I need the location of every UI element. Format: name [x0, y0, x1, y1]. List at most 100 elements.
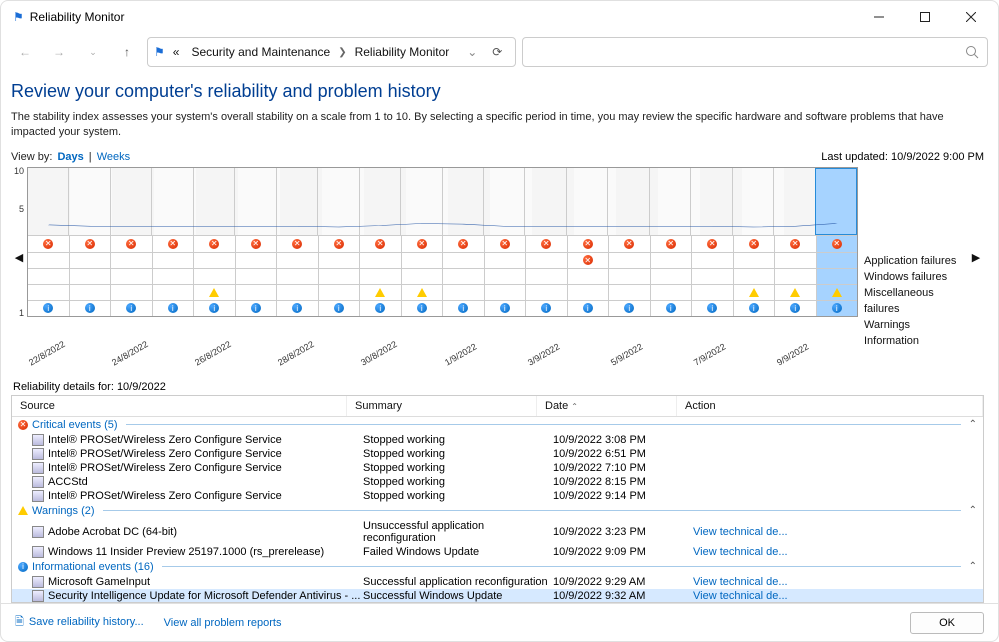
chart-column[interactable] [442, 168, 483, 235]
chart-cell[interactable]: i [235, 301, 277, 316]
chart-cell[interactable]: i [442, 301, 484, 316]
view-details-link[interactable]: View technical de... [693, 576, 788, 588]
chart-cell[interactable] [567, 269, 609, 284]
chart-column[interactable] [193, 168, 234, 235]
chart-column[interactable] [151, 168, 192, 235]
chart-cell[interactable] [276, 285, 318, 300]
address-bar[interactable]: ⚑ « Security and Maintenance ❯ Reliabili… [147, 37, 516, 67]
chart-cell[interactable] [401, 269, 443, 284]
chart-cell[interactable] [442, 285, 484, 300]
chart-cell[interactable]: ✕ [442, 236, 484, 252]
chart-column[interactable] [28, 168, 68, 235]
chart-cell[interactable] [359, 285, 401, 300]
chart-column[interactable] [276, 168, 317, 235]
chart-cell[interactable]: ✕ [359, 236, 401, 252]
chart-cell[interactable] [28, 285, 69, 300]
view-details-link[interactable]: View technical de... [693, 526, 788, 538]
col-source[interactable]: Source [12, 396, 347, 416]
chart-column[interactable] [690, 168, 731, 235]
chart-column[interactable] [566, 168, 607, 235]
chart-cell[interactable] [110, 285, 152, 300]
chart-cell[interactable]: i [774, 301, 816, 316]
chart-cell[interactable]: i [152, 301, 194, 316]
refresh-button[interactable]: ⟳ [485, 45, 509, 59]
chart-cell[interactable]: ✕ [401, 236, 443, 252]
chart-cell[interactable]: i [816, 301, 858, 316]
chart-cell[interactable] [733, 269, 775, 284]
chart-cell[interactable] [28, 269, 69, 284]
chart-column[interactable] [483, 168, 524, 235]
chart-cell[interactable] [110, 253, 152, 268]
ok-button[interactable]: OK [910, 612, 984, 634]
chart-cell[interactable] [318, 253, 360, 268]
chart-cell[interactable]: ✕ [567, 236, 609, 252]
view-weeks-link[interactable]: Weeks [97, 151, 130, 163]
chart-cell[interactable]: i [525, 301, 567, 316]
chart-cell[interactable]: i [733, 301, 775, 316]
chart-cell[interactable] [152, 253, 194, 268]
chart-column[interactable] [234, 168, 275, 235]
table-row[interactable]: Windows 11 Insider Preview 25197.1000 (r… [12, 545, 983, 559]
view-details-link[interactable]: View technical de... [693, 546, 788, 558]
table-row[interactable]: Adobe Acrobat DC (64-bit)Unsuccessful ap… [12, 519, 983, 545]
chart-cell[interactable] [650, 269, 692, 284]
chart-cell[interactable]: i [608, 301, 650, 316]
col-date[interactable]: Date⌃ [537, 396, 677, 416]
chart-cell[interactable] [276, 253, 318, 268]
chart-cell[interactable]: ✕ [691, 236, 733, 252]
col-summary[interactable]: Summary [347, 396, 537, 416]
chart-column[interactable] [68, 168, 109, 235]
chart-cell[interactable] [525, 285, 567, 300]
chart-cell[interactable] [525, 269, 567, 284]
details-grid[interactable]: Source Summary Date⌃ Action ✕Critical ev… [11, 395, 984, 603]
chart-cell[interactable]: i [318, 301, 360, 316]
chart-cell[interactable] [567, 285, 609, 300]
chart-cell[interactable]: i [484, 301, 526, 316]
collapse-icon[interactable]: ⌃ [969, 561, 977, 572]
chart-cell[interactable] [774, 285, 816, 300]
address-dropdown[interactable]: ⌄ [463, 45, 481, 59]
group-header[interactable]: Warnings (2)⌃ [12, 503, 983, 519]
chart-cell[interactable]: ✕ [650, 236, 692, 252]
chart-cell[interactable]: ✕ [484, 236, 526, 252]
chart-column[interactable] [649, 168, 690, 235]
chart-cell[interactable] [442, 253, 484, 268]
view-details-link[interactable]: View technical de... [693, 590, 788, 602]
chart-cell[interactable] [235, 253, 277, 268]
chart-cell[interactable] [733, 253, 775, 268]
collapse-icon[interactable]: ⌃ [969, 419, 977, 430]
view-days-link[interactable]: Days [57, 151, 83, 163]
chart-column[interactable] [815, 168, 857, 235]
search-input[interactable] [522, 37, 988, 67]
chart-cell[interactable] [110, 269, 152, 284]
chart-cell[interactable] [608, 253, 650, 268]
reliability-chart[interactable]: 10 5 1 ✕✕✕✕✕✕✕✕✕✕✕✕✕✕✕✕✕✕✕✕✕iiiiiiiiiiii… [27, 167, 858, 317]
back-button[interactable]: ← [11, 38, 39, 66]
chart-cell[interactable] [484, 285, 526, 300]
chart-cell[interactable] [235, 285, 277, 300]
chart-cell[interactable] [525, 253, 567, 268]
chart-cell[interactable]: ✕ [235, 236, 277, 252]
chart-cell[interactable] [69, 285, 111, 300]
chart-cell[interactable]: i [110, 301, 152, 316]
chart-cell[interactable]: ✕ [193, 236, 235, 252]
chart-cell[interactable] [69, 269, 111, 284]
chart-cell[interactable] [318, 269, 360, 284]
chart-cell[interactable]: i [28, 301, 69, 316]
chart-cell[interactable]: i [401, 301, 443, 316]
chart-cell[interactable] [484, 269, 526, 284]
chart-cell[interactable]: i [650, 301, 692, 316]
chart-cell[interactable] [733, 285, 775, 300]
col-action[interactable]: Action [677, 396, 983, 416]
chevron-right-icon[interactable]: ❯ [338, 47, 346, 58]
chart-cell[interactable] [816, 285, 858, 300]
chart-column[interactable] [110, 168, 151, 235]
chart-cell[interactable]: ✕ [28, 236, 69, 252]
chart-column[interactable] [524, 168, 565, 235]
chart-cell[interactable]: ✕ [152, 236, 194, 252]
chart-cell[interactable] [28, 253, 69, 268]
forward-button[interactable]: → [45, 38, 73, 66]
chart-cell[interactable] [608, 269, 650, 284]
chart-cell[interactable] [359, 269, 401, 284]
chart-column[interactable] [607, 168, 648, 235]
